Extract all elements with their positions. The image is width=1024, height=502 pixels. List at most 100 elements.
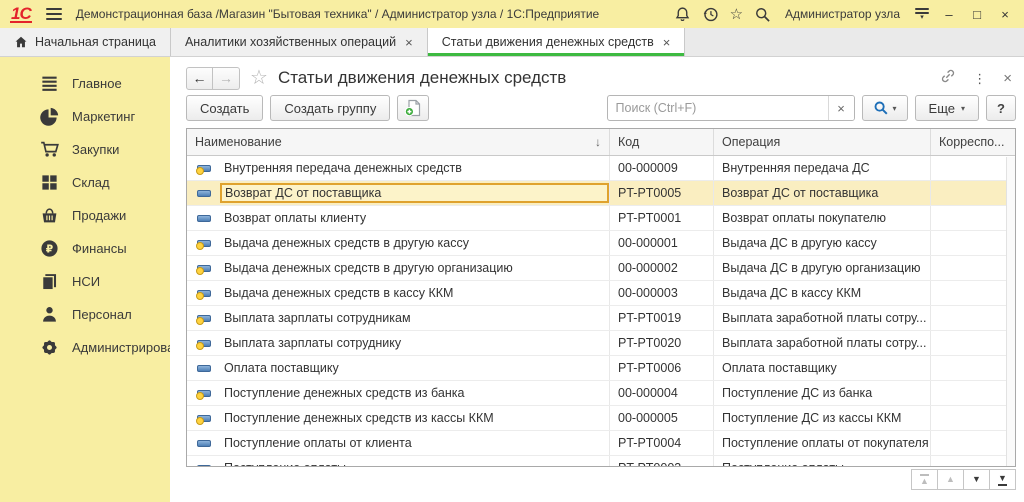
sidebar-item-purchases[interactable]: Закупки: [0, 133, 170, 166]
name-cell: Выдача денежных средств в другую кассу: [187, 231, 610, 255]
table-row[interactable]: Выдача денежных средств в кассу ККМ 00-0…: [187, 281, 1015, 306]
search-input[interactable]: [607, 101, 828, 115]
item-correspondence: [931, 406, 1015, 430]
close-tab-icon[interactable]: ×: [663, 35, 671, 50]
scroll-down-button[interactable]: ▼: [963, 469, 990, 490]
table-row[interactable]: Возврат оплаты клиенту PT-PT0001 Возврат…: [187, 206, 1015, 231]
global-search-icon[interactable]: [753, 5, 771, 23]
cash-flow-items-table: Наименование ↓ Код Операция Корреспо... …: [186, 128, 1016, 467]
column-header-operation[interactable]: Операция: [714, 129, 931, 155]
tab-analytics[interactable]: Аналитики хозяйственных операций ×: [170, 28, 428, 56]
close-window-button[interactable]: ×: [996, 7, 1014, 22]
home-icon: [15, 36, 27, 48]
sidebar-item-sales[interactable]: Продажи: [0, 199, 170, 232]
create-group-button[interactable]: Создать группу: [270, 95, 391, 121]
main-menu-icon[interactable]: [45, 8, 62, 20]
item-operation: Поступление оплаты: [714, 456, 931, 466]
sidebar-item-marketing[interactable]: Маркетинг: [0, 100, 170, 133]
table-row[interactable]: Поступление денежных средств из кассы КК…: [187, 406, 1015, 431]
back-button[interactable]: ←: [186, 66, 213, 90]
table-row[interactable]: Поступление денежных средств из банка 00…: [187, 381, 1015, 406]
item-code: 00-000009: [610, 156, 714, 180]
table-row[interactable]: Выдача денежных средств в другую кассу 0…: [187, 231, 1015, 256]
more-actions-icon[interactable]: ⋮: [973, 71, 986, 87]
item-name: Поступление оплаты от клиента: [224, 436, 412, 450]
table-row[interactable]: Выплата зарплаты сотруднику PT-PT0020 Вы…: [187, 331, 1015, 356]
table-row[interactable]: Внутренняя передача денежных средств 00-…: [187, 156, 1015, 181]
create-button[interactable]: Создать: [186, 95, 264, 121]
current-user[interactable]: Администратор узла: [785, 7, 900, 21]
catalog-item-icon: [197, 464, 211, 466]
get-link-icon[interactable]: [940, 68, 956, 89]
name-cell: Выдача денежных средств в кассу ККМ: [187, 281, 610, 305]
more-button[interactable]: Еще ▾: [914, 95, 979, 121]
tab-label: Статьи движения денежных средств: [441, 35, 654, 49]
scroll-to-top-button[interactable]: ▲: [911, 469, 938, 490]
sidebar-item-warehouse[interactable]: Склад: [0, 166, 170, 199]
item-name: Выдача денежных средств в кассу ККМ: [224, 286, 454, 300]
item-operation: Выдача ДС в другую организацию: [714, 256, 931, 280]
basket-icon: [42, 208, 57, 223]
name-cell: Возврат ДС от поставщика: [187, 181, 610, 205]
item-name: Оплата поставщику: [224, 361, 339, 375]
table-row-selected[interactable]: Возврат ДС от поставщика PT-PT0005 Возвр…: [187, 181, 1015, 206]
chevron-down-icon: ▾: [892, 103, 897, 113]
catalog-item-icon: [197, 214, 211, 222]
tab-label: Начальная страница: [35, 35, 156, 49]
table-row[interactable]: Выплата зарплаты сотрудникам PT-PT0019 В…: [187, 306, 1015, 331]
name-cell: Выплата зарплаты сотрудникам: [187, 306, 610, 330]
item-correspondence: [931, 156, 1015, 180]
scroll-to-bottom-button[interactable]: ▼: [989, 469, 1016, 490]
forward-button[interactable]: →: [213, 66, 240, 90]
item-name: Выплата зарплаты сотрудникам: [224, 311, 411, 325]
item-operation: Поступление ДС из банка: [714, 381, 931, 405]
gear-icon: [42, 340, 57, 355]
ruble-icon: ₽: [41, 240, 58, 257]
search-settings-button[interactable]: ▾: [861, 95, 908, 121]
create-by-copy-button[interactable]: [397, 95, 430, 121]
close-tab-icon[interactable]: ×: [405, 35, 413, 50]
maximize-button[interactable]: □: [968, 7, 986, 22]
item-operation: Возврат ДС от поставщика: [714, 181, 931, 205]
partial-row-clip: Поступление оплаты PT-PT0003 Поступление…: [187, 456, 1015, 466]
sort-desc-icon: ↓: [595, 135, 601, 149]
vertical-scrollbar[interactable]: [1006, 157, 1015, 466]
history-icon[interactable]: [702, 5, 720, 23]
table-header: Наименование ↓ Код Операция Корреспо...: [187, 129, 1015, 156]
item-operation: Выплата заработной платы сотру...: [714, 306, 931, 330]
tab-cash-flow-items[interactable]: Статьи движения денежных средств ×: [427, 28, 686, 56]
minimize-button[interactable]: –: [940, 7, 958, 22]
table-row[interactable]: Поступление оплаты PT-PT0003 Поступление…: [187, 456, 1015, 466]
table-row[interactable]: Оплата поставщику PT-PT0006 Оплата поста…: [187, 356, 1015, 381]
catalog-item-icon: [197, 439, 211, 447]
table-row[interactable]: Поступление оплаты от клиента PT-PT0004 …: [187, 431, 1015, 456]
item-code: 00-000004: [610, 381, 714, 405]
help-button[interactable]: ?: [986, 95, 1016, 121]
name-cell: Поступление оплаты: [187, 456, 610, 466]
scroll-up-button[interactable]: ▲: [937, 469, 964, 490]
sidebar-item-administration[interactable]: Администрирование: [0, 331, 196, 364]
item-name: Возврат ДС от поставщика: [220, 183, 609, 203]
sidebar-item-main[interactable]: Главное: [0, 67, 170, 100]
close-form-icon[interactable]: ×: [1003, 70, 1012, 87]
sidebar-item-finance[interactable]: ₽ Финансы: [0, 232, 170, 265]
table-row[interactable]: Выдача денежных средств в другую организ…: [187, 256, 1015, 281]
menu-icon: [42, 76, 57, 91]
item-name: Внутренняя передача денежных средств: [224, 161, 462, 175]
clear-search-icon[interactable]: ×: [827, 96, 854, 120]
grid-icon: [42, 175, 57, 190]
column-header-name[interactable]: Наименование ↓: [187, 129, 610, 155]
item-name: Выплата зарплаты сотруднику: [224, 336, 402, 350]
item-code: PT-PT0020: [610, 331, 714, 355]
sidebar-item-personnel[interactable]: Персонал: [0, 298, 170, 331]
title-bar: 1С Демонстрационная база /Магазин "Бытов…: [0, 0, 1024, 28]
column-header-correspondence[interactable]: Корреспо...: [931, 129, 1015, 155]
tab-home[interactable]: Начальная страница: [0, 28, 171, 56]
favorite-star-icon[interactable]: ☆: [250, 68, 268, 88]
item-code: 00-000002: [610, 256, 714, 280]
column-header-code[interactable]: Код: [610, 129, 714, 155]
service-menu-icon[interactable]: ▾: [914, 8, 930, 21]
favorites-star-icon[interactable]: ☆: [730, 7, 743, 22]
sidebar-item-nsi[interactable]: НСИ: [0, 265, 170, 298]
notifications-bell-icon[interactable]: [674, 5, 692, 23]
